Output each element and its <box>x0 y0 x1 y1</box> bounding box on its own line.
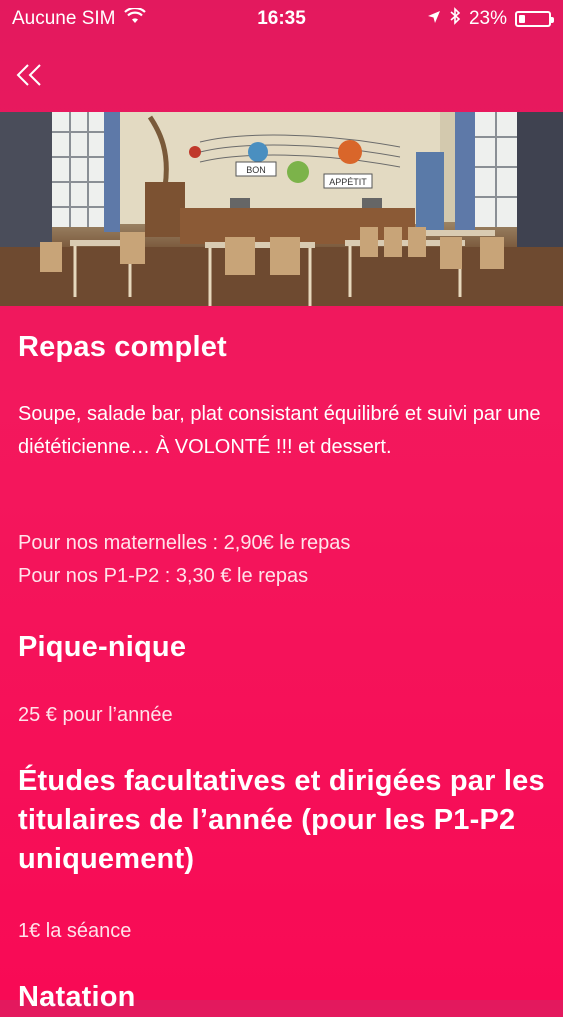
location-arrow-icon <box>427 8 441 30</box>
sign-bon: BON <box>246 165 266 175</box>
carrier-label: Aucune SIM <box>12 8 116 29</box>
section-title-pique-nique: Pique-nique <box>18 631 187 663</box>
section-title-natation: Natation <box>18 981 136 1013</box>
cantine-photo: BON APPÉTIT <box>0 112 563 306</box>
status-left: Aucune SIM <box>12 6 146 30</box>
battery-percent: 23% <box>468 8 507 29</box>
section-text-repas: Soupe, salade bar, plat consistant équil… <box>18 403 541 458</box>
wifi-icon <box>123 6 146 30</box>
price-p1-p2: Pour nos P1-P2 : 3,30 € le repas <box>18 565 309 587</box>
section-text-etudes: 1€ la séance <box>18 920 132 942</box>
section-title-etudes: Études facultatives et dirigées par les … <box>18 765 545 875</box>
section-title-repas: Repas complet <box>18 331 227 363</box>
bluetooth-icon <box>449 7 461 31</box>
nav-bar <box>0 38 563 112</box>
sign-appetit: APPÉTIT <box>329 177 367 187</box>
price-maternelles: Pour nos maternelles : 2,90€ le repas <box>18 532 351 554</box>
price-list-repas: Pour nos maternelles : 2,90€ le repas Po… <box>18 527 548 593</box>
battery-icon <box>515 11 554 27</box>
section-text-pique-nique: 25 € pour l’année <box>18 704 173 726</box>
status-bar: Aucune SIM 16:35 23% <box>0 0 563 38</box>
status-right: 23% <box>427 7 554 31</box>
back-button[interactable] <box>14 50 64 100</box>
double-chevron-left-icon <box>16 64 41 86</box>
battery-fill <box>519 15 526 23</box>
